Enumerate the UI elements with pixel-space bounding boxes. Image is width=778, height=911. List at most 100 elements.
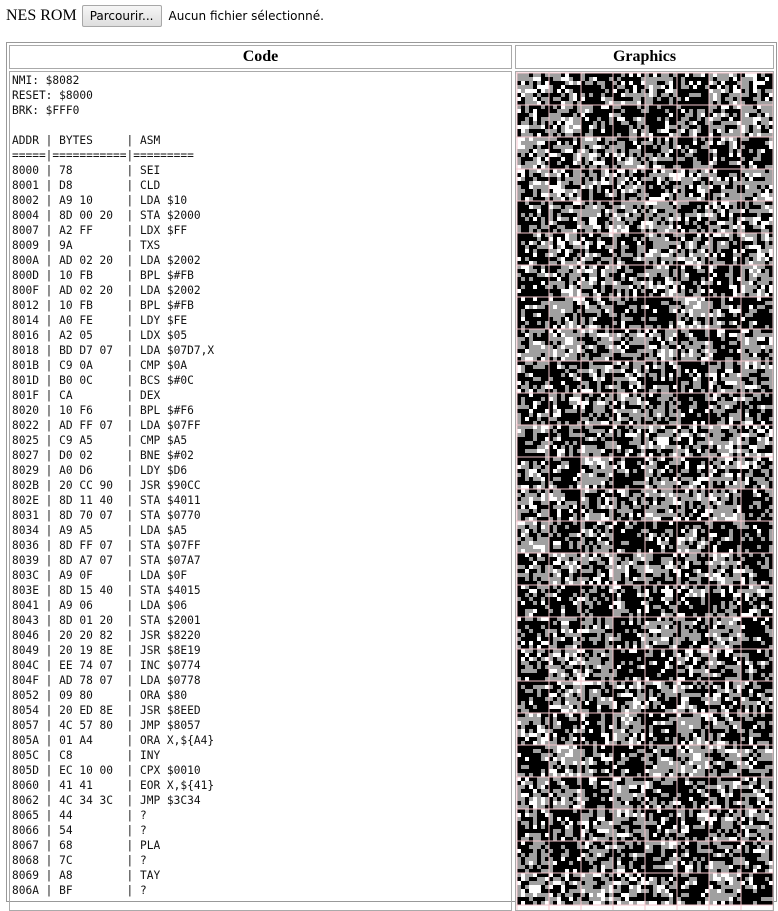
chr-tile [581, 521, 613, 553]
chr-tile [613, 73, 645, 105]
chr-tile [581, 777, 613, 809]
chr-tile [517, 361, 549, 393]
listing-row: 8012 | 10 FB | BPL $#FB [12, 299, 194, 312]
chr-tile [677, 457, 709, 489]
chr-tile [549, 457, 581, 489]
listing-row: 8009 | 9A | TXS [12, 239, 160, 252]
chr-tile [517, 105, 549, 137]
chr-tile [645, 169, 677, 201]
chr-tile [581, 457, 613, 489]
listing-row: 8004 | 8D 00 20 | STA $2000 [12, 209, 201, 222]
disassembly-listing: NMI: $8082 RESET: $8000 BRK: $FFF0 ADDR … [10, 72, 511, 899]
chr-tile [645, 553, 677, 585]
chr-tile [709, 841, 741, 873]
chr-tile [741, 585, 773, 617]
chr-tile [549, 233, 581, 265]
chr-tile [613, 233, 645, 265]
chr-tile [741, 329, 773, 361]
listing-row: 804C | EE 74 07 | INC $0774 [12, 659, 201, 672]
chr-tile [741, 169, 773, 201]
chr-tile [709, 617, 741, 649]
chr-tile [549, 809, 581, 841]
chr-tile [741, 425, 773, 457]
chr-tile [549, 585, 581, 617]
chr-tile [613, 745, 645, 777]
chr-tile [677, 137, 709, 169]
chr-tile [517, 329, 549, 361]
listing-row: 8031 | 8D 70 07 | STA $0770 [12, 509, 201, 522]
browse-button[interactable]: Parcourir... [82, 5, 162, 27]
chr-tile [549, 393, 581, 425]
chr-tile [549, 489, 581, 521]
chr-tile [517, 393, 549, 425]
graphics-panel [515, 71, 774, 911]
chr-tile [581, 873, 613, 905]
chr-tile [741, 393, 773, 425]
chr-tile [581, 681, 613, 713]
chr-tile [549, 553, 581, 585]
vector-line: BRK: $FFF0 [12, 104, 79, 117]
chr-tile [581, 201, 613, 233]
chr-tile [741, 457, 773, 489]
chr-tile [517, 489, 549, 521]
chr-tile [613, 297, 645, 329]
listing-row: 8069 | A8 | TAY [12, 869, 160, 882]
listing-row: 8020 | 10 F6 | BPL $#F6 [12, 404, 194, 417]
chr-tile [581, 233, 613, 265]
chr-tile [613, 585, 645, 617]
chr-tile [709, 585, 741, 617]
chr-tile [741, 265, 773, 297]
chr-tile [581, 617, 613, 649]
chr-tile [645, 713, 677, 745]
chr-tile [549, 841, 581, 873]
chr-tile [613, 553, 645, 585]
chr-tile [549, 873, 581, 905]
listing-row: 8007 | A2 FF | LDX $FF [12, 224, 187, 237]
chr-tile [613, 841, 645, 873]
chr-tile [677, 617, 709, 649]
listing-header: ADDR | BYTES | ASM [12, 134, 160, 147]
listing-row: 8016 | A2 05 | LDX $05 [12, 329, 187, 342]
chr-tile [677, 553, 709, 585]
chr-tile [677, 713, 709, 745]
chr-tile [741, 713, 773, 745]
chr-tile [645, 873, 677, 905]
chr-tile [549, 73, 581, 105]
chr-tile [613, 137, 645, 169]
code-panel: NMI: $8082 RESET: $8000 BRK: $FFF0 ADDR … [9, 71, 512, 911]
chr-tile [549, 425, 581, 457]
chr-tile [677, 521, 709, 553]
chr-tile [549, 201, 581, 233]
chr-tile [581, 105, 613, 137]
chr-tile [741, 617, 773, 649]
chr-tile [549, 713, 581, 745]
listing-row: 801B | C9 0A | CMP $0A [12, 359, 187, 372]
chr-tile [517, 585, 549, 617]
listing-row: 805D | EC 10 00 | CPX $0010 [12, 764, 201, 777]
chr-tile [581, 425, 613, 457]
chr-tile [741, 297, 773, 329]
chr-tile [645, 105, 677, 137]
chr-tile [677, 73, 709, 105]
listing-row: 801D | B0 0C | BCS $#0C [12, 374, 194, 387]
chr-tile [677, 233, 709, 265]
listing-row: 8068 | 7C | ? [12, 854, 147, 867]
chr-tile [709, 105, 741, 137]
chr-tile [581, 841, 613, 873]
chr-tile [517, 201, 549, 233]
chr-tile [581, 329, 613, 361]
chr-tile [613, 457, 645, 489]
listing-row: 8034 | A9 A5 | LDA $A5 [12, 524, 187, 537]
chr-tile [709, 233, 741, 265]
chr-tile [645, 233, 677, 265]
listing-row: 8060 | 41 41 | EOR X,${41} [12, 779, 214, 792]
chr-tile [709, 297, 741, 329]
chr-tile [581, 297, 613, 329]
listing-row: 8062 | 4C 34 3C | JMP $3C34 [12, 794, 201, 807]
chr-tile [613, 489, 645, 521]
chr-tile [517, 297, 549, 329]
chr-tile [709, 425, 741, 457]
vector-line: RESET: $8000 [12, 89, 93, 102]
chr-tile [613, 361, 645, 393]
listing-row: 8001 | D8 | CLD [12, 179, 160, 192]
